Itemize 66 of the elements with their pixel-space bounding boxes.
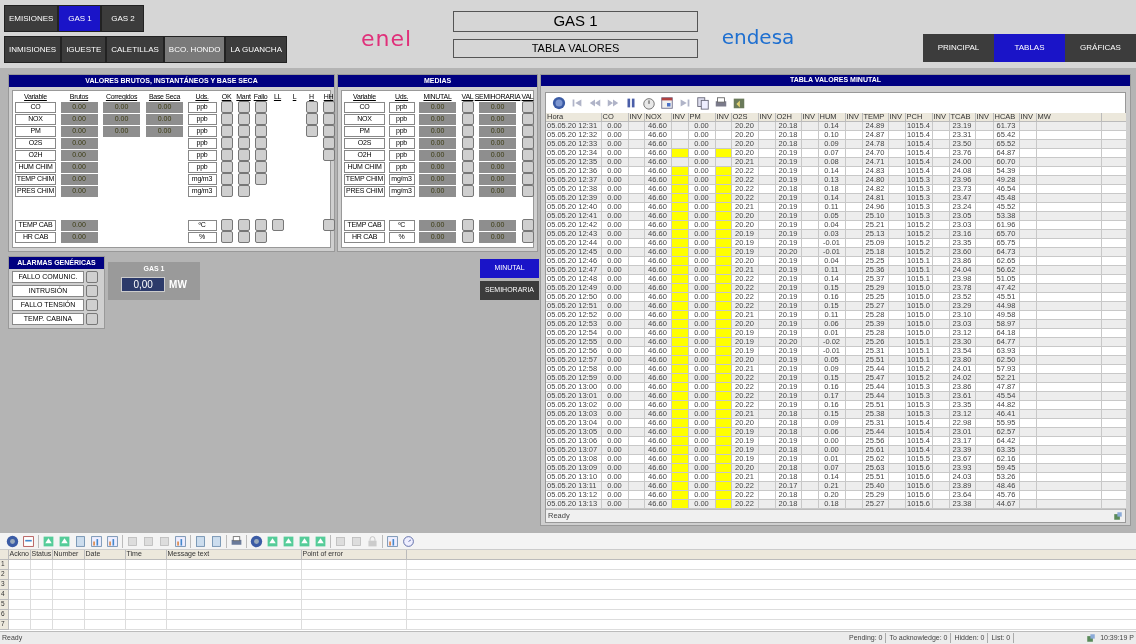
status-indicator (521, 161, 534, 173)
screen-subtitle: TABLA VALORES (453, 39, 698, 58)
document-icon[interactable] (194, 534, 207, 548)
power-value: 0,00 (121, 276, 166, 292)
status-indicator (461, 161, 474, 173)
status-indicator (521, 125, 534, 137)
status-indicator (461, 101, 474, 113)
help-icon[interactable] (6, 534, 19, 548)
nav-tab[interactable]: IGUESTE (61, 36, 107, 63)
nav-tab[interactable]: GAS 2 (101, 5, 145, 32)
status-indicator (521, 101, 534, 113)
chart-icon[interactable] (386, 534, 399, 548)
document-icon[interactable] (74, 534, 87, 548)
window-icon[interactable] (1113, 511, 1123, 521)
arrow-up-icon[interactable] (314, 534, 327, 548)
nav-tab[interactable]: LA GUANCHA (225, 36, 287, 63)
copy-icon[interactable] (696, 95, 710, 110)
arrow-up-icon[interactable] (58, 534, 71, 548)
status-indicator (521, 137, 534, 149)
status-indicator (521, 113, 534, 125)
power-unit: MW (169, 277, 187, 292)
nav-tab[interactable]: BCO. HONDO (163, 36, 226, 63)
nav-tab[interactable]: EMISIONES (4, 5, 59, 32)
help-icon[interactable] (552, 95, 566, 110)
lock-icon[interactable] (366, 534, 379, 548)
nav-tab[interactable]: GRÁFICAS (1065, 34, 1136, 62)
document-icon[interactable] (210, 534, 223, 548)
nav-tab[interactable]: GAS 1 (58, 5, 102, 32)
chart-icon[interactable] (90, 534, 103, 548)
nav-tab[interactable]: CALETILLAS (106, 36, 164, 63)
status-indicator (461, 113, 474, 125)
brand-logo: endesa (721, 24, 795, 51)
status-indicator (86, 299, 98, 311)
status-indicator (461, 173, 474, 185)
arrow-up-icon[interactable] (298, 534, 311, 548)
nav-tab[interactable]: PRINCIPAL (923, 34, 994, 62)
status-indicator (521, 231, 534, 243)
status-indicator (521, 219, 534, 231)
status-indicator (86, 271, 98, 283)
status-indicator (461, 231, 474, 243)
chart-icon[interactable] (174, 534, 187, 548)
nav-tab[interactable]: INMISIONES (4, 36, 62, 63)
status-indicator (521, 173, 534, 185)
list-icon[interactable] (22, 534, 35, 548)
chart-icon[interactable] (106, 534, 119, 548)
status-indicator (461, 149, 474, 161)
arrow-up-icon[interactable] (42, 534, 55, 548)
status-indicator (461, 185, 474, 197)
status-indicator (86, 285, 98, 297)
nav-tab[interactable]: TABLAS (994, 34, 1065, 62)
status-indicator (461, 125, 474, 137)
brand-logo: enel (360, 24, 413, 53)
window-icon[interactable] (1086, 633, 1097, 643)
status-indicator (461, 219, 474, 231)
help-icon[interactable] (250, 534, 263, 548)
clock-icon[interactable] (402, 534, 415, 548)
status-indicator (86, 313, 98, 325)
status-indicator (521, 185, 534, 197)
screen-title: GAS 1 (453, 11, 698, 32)
status-indicator (461, 137, 474, 149)
printer-icon[interactable] (230, 534, 243, 548)
stopwatch-icon[interactable] (642, 95, 656, 110)
arrow-up-icon[interactable] (282, 534, 295, 548)
printer-icon[interactable] (714, 95, 728, 110)
calendar-icon[interactable] (660, 95, 674, 110)
status-indicator (521, 149, 534, 161)
